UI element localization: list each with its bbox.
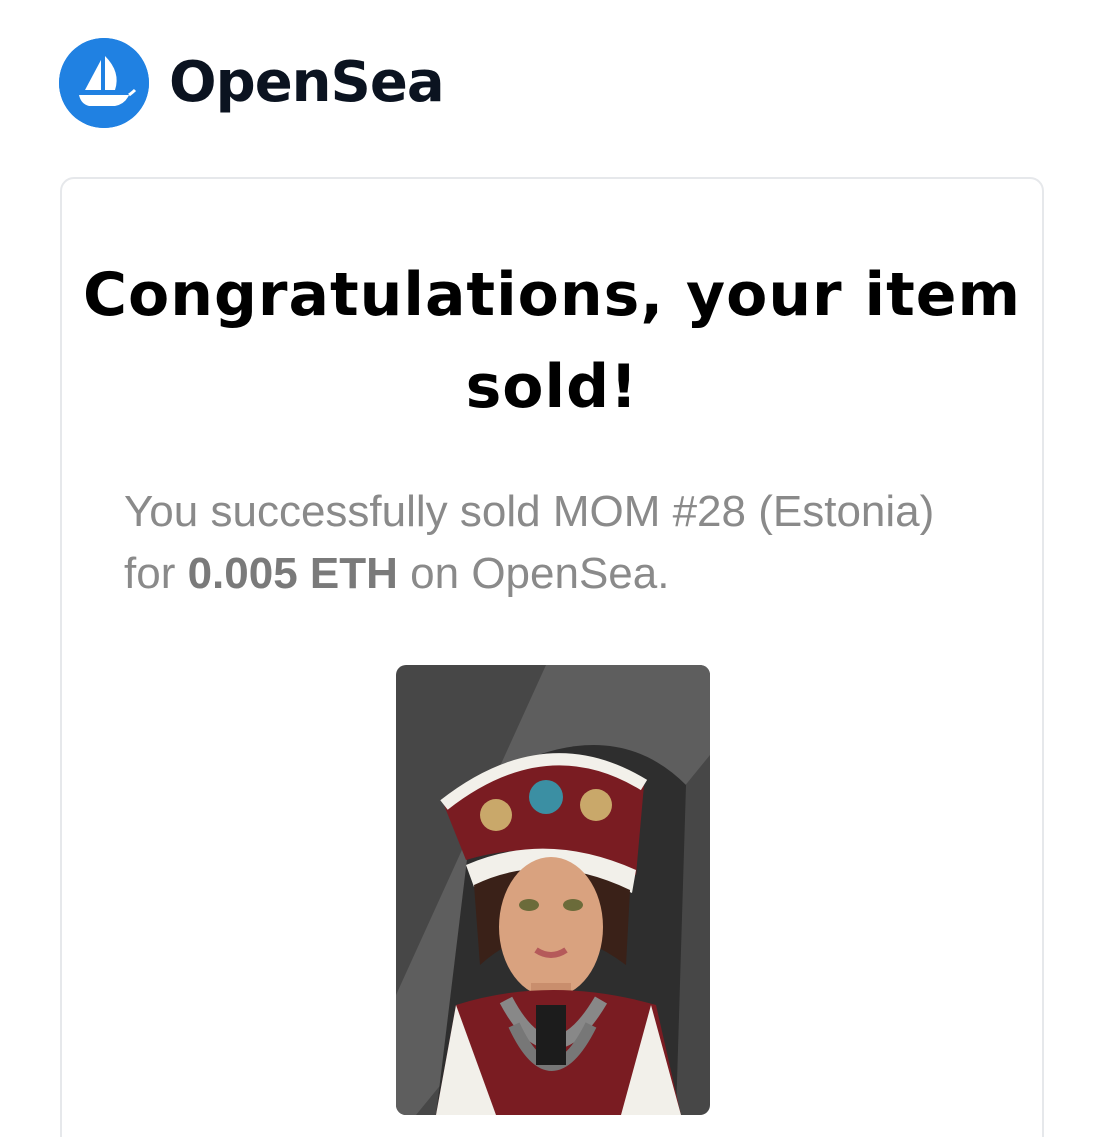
nft-portrait-image bbox=[396, 665, 710, 1115]
nft-image[interactable] bbox=[396, 665, 710, 1115]
title-text: Congratulations, your item sold! bbox=[82, 260, 1021, 422]
notification-card: Congratulations, your item sold! You suc… bbox=[60, 177, 1044, 1137]
sale-title: Congratulations, your item sold! bbox=[62, 249, 1042, 433]
sale-message: You successfully sold MOM #28 (Estonia) … bbox=[124, 481, 964, 605]
message-suffix: on OpenSea. bbox=[397, 549, 670, 598]
brand-name: OpenSea bbox=[169, 50, 445, 115]
opensea-logo-icon bbox=[59, 38, 149, 128]
sale-amount: 0.005 ETH bbox=[187, 549, 398, 598]
email-header: OpenSea bbox=[59, 38, 445, 128]
ship-icon bbox=[59, 38, 149, 128]
